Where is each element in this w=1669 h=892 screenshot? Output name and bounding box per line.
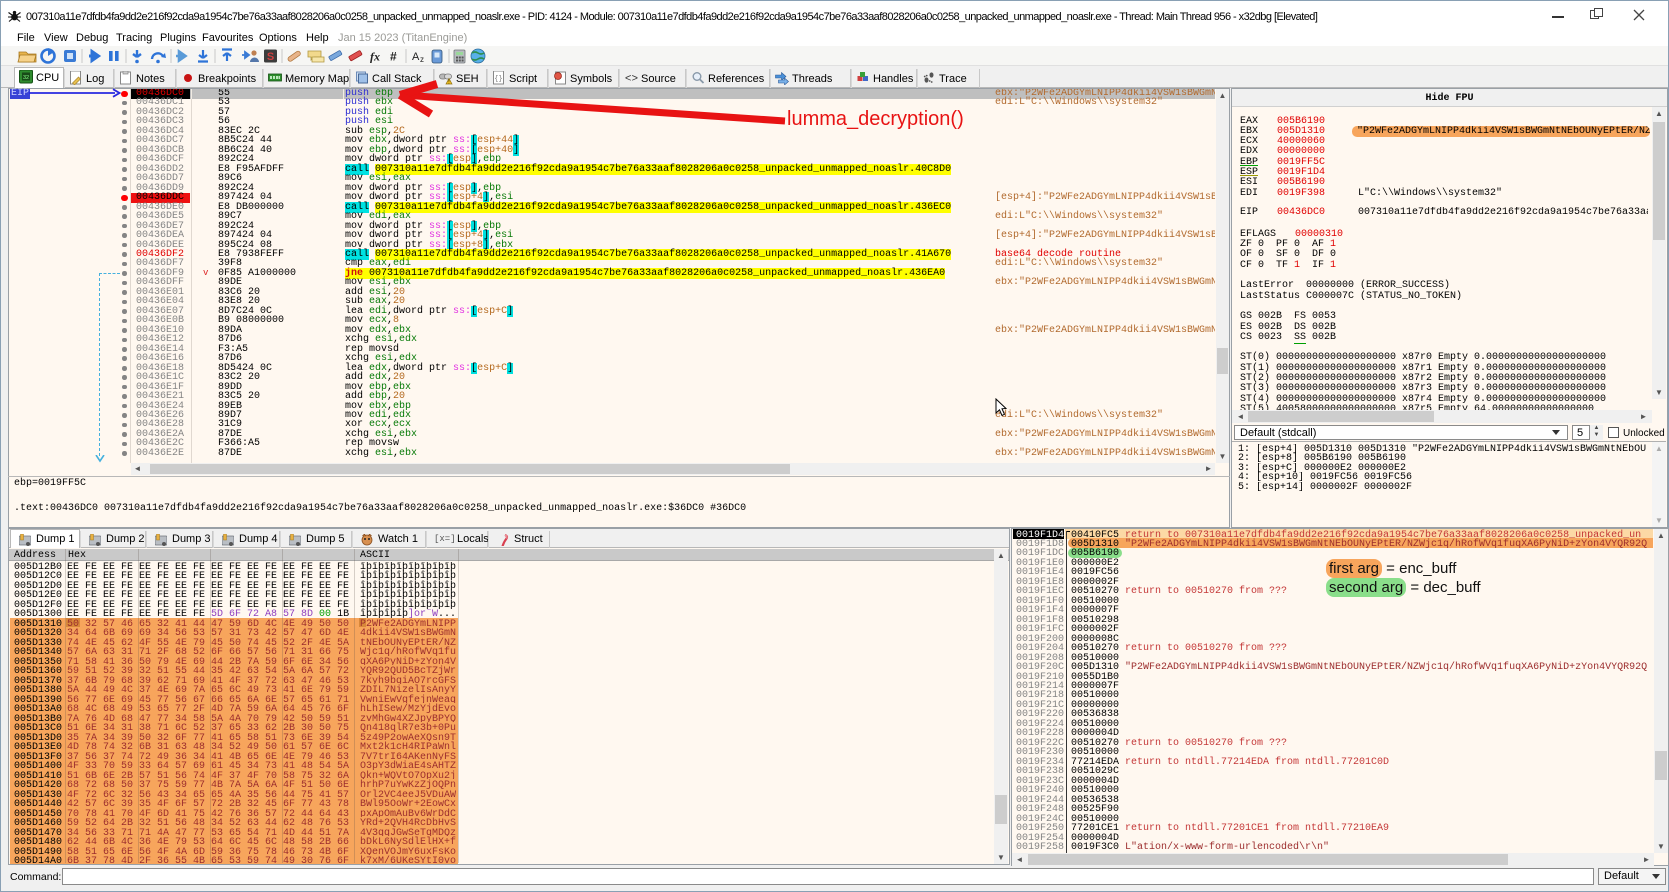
- svg-text:fx: fx: [370, 50, 380, 64]
- svg-text:#: #: [390, 50, 397, 64]
- svg-text:z: z: [420, 55, 424, 64]
- svg-text:A: A: [412, 51, 420, 63]
- svg-text:32: 32: [23, 75, 29, 81]
- svg-text:S: S: [267, 51, 274, 63]
